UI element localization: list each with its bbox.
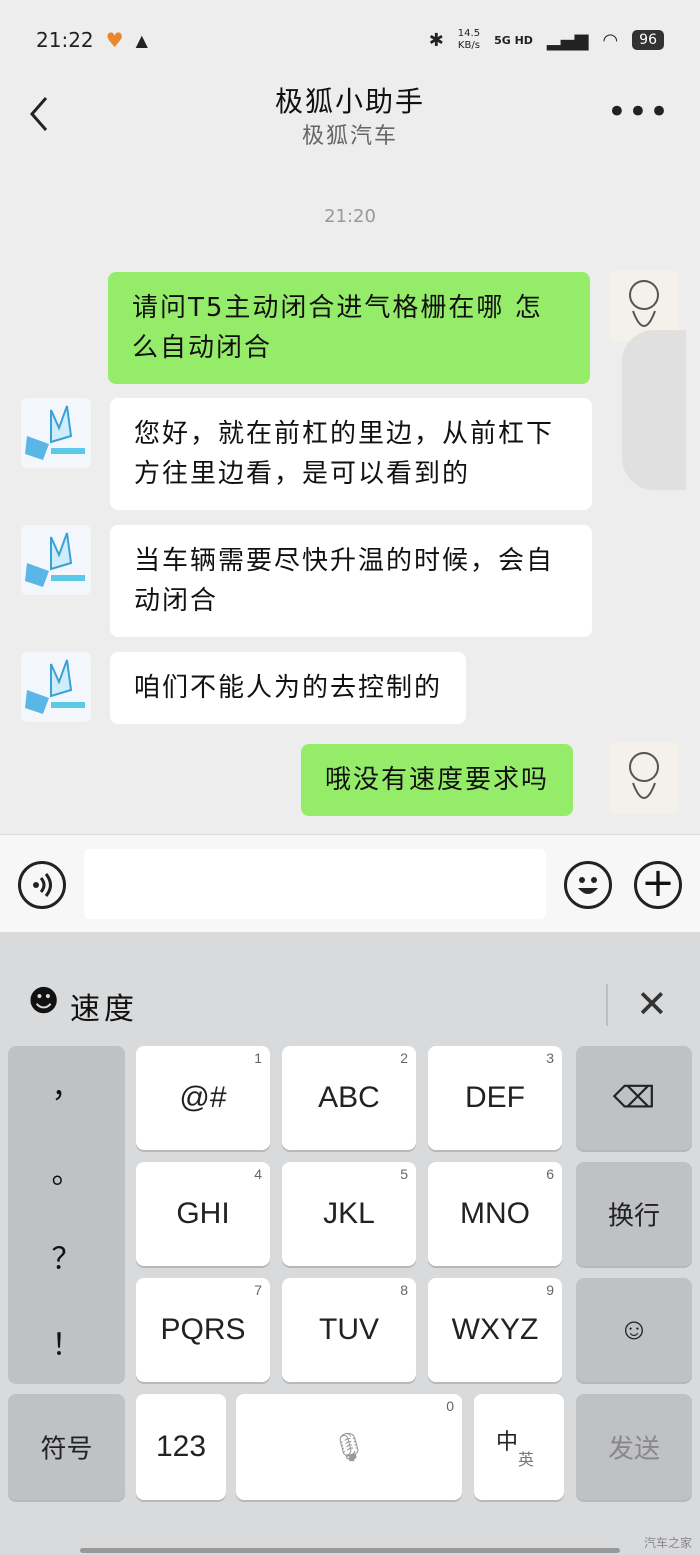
status-bar: 21:22 ♥ ▲ ✱ 14.5 KB/s 5G HD ▂▄▆ ◠ 96 [0,0,700,80]
message-timestamp: 21:20 [324,206,376,227]
key-label: GHI [176,1197,230,1230]
key-number: 1 [254,1050,262,1066]
person-icon: ▲ [135,30,148,50]
key-label: ABC [318,1081,380,1114]
key-label: DEF [465,1081,525,1114]
space-key[interactable]: 0 🎙 [236,1394,462,1500]
input-bar: + [0,834,700,932]
lang-main: 中 [496,1430,519,1455]
key-label: @# [179,1081,227,1114]
backspace-key[interactable]: ⌫ [576,1046,692,1150]
punct-key[interactable]: ？ [8,1218,125,1302]
key-label: 123 [155,1430,207,1463]
clock: 21:22 [36,28,94,52]
net-speed: 14.5 KB/s [458,28,480,52]
backspace-icon: ⌫ [612,1081,656,1115]
key-9[interactable]: 9 WXYZ [428,1278,562,1382]
face-icon: ☻ [28,984,60,1019]
avatar[interactable] [21,398,91,468]
key-number: 8 [400,1282,408,1298]
avatar[interactable] [21,525,91,595]
message-input[interactable] [84,849,546,919]
floating-widget[interactable] [622,330,686,490]
key-number: 4 [254,1166,262,1182]
fox-avatar-icon [25,532,85,587]
numbers-key[interactable]: 123 [136,1394,226,1500]
punctuation-column: ， 。 ？ ！ [8,1046,125,1384]
key-number: 2 [400,1050,408,1066]
key-5[interactable]: 5 JKL [282,1162,416,1266]
key-number: 9 [546,1282,554,1298]
key-label: JKL [323,1197,375,1230]
key-label: MNO [460,1197,530,1230]
more-icon: ••• [606,92,670,132]
fox-avatar-icon [25,405,85,460]
key-label: 符号 [40,1434,93,1465]
voice-button[interactable] [18,861,66,909]
close-icon[interactable]: ✕ [636,982,668,1026]
message-bubble[interactable]: 请问T5主动闭合进气格栅在哪 怎么自动闭合 [108,272,590,384]
chat-subtitle: 极狐汽车 [301,124,398,149]
punct-key[interactable]: ！ [8,1304,125,1388]
message-bubble[interactable]: 咱们不能人为的去控制的 [110,652,467,724]
voice-icon [33,873,52,897]
message-bubble[interactable]: 哦没有速度要求吗 [301,744,574,816]
user-avatar-icon [629,752,659,799]
punct-key[interactable]: 。 [8,1132,125,1216]
key-label: 发送 [607,1434,660,1465]
network-label: 5G HD [494,33,533,47]
newline-key[interactable]: 换行 [576,1162,692,1266]
fox-avatar-icon [25,659,85,714]
signal-icon: ▂▄▆ [546,29,589,51]
message-bubble[interactable]: 您好，就在前杠的里边，从前杠下方往里边看，是可以看到的 [110,398,592,510]
key-label: WXYZ [451,1313,539,1346]
punct-key[interactable]: ， [8,1046,125,1130]
symbols-key[interactable]: 符号 [8,1394,125,1500]
navigation-handle[interactable] [80,1548,620,1553]
watermark: 汽车之家 [643,1536,692,1550]
lang-sub: 英 [518,1450,535,1469]
key-7[interactable]: 7 PQRS [136,1278,270,1382]
key-label: 换行 [607,1201,660,1232]
avatar[interactable] [609,743,679,813]
key-label: PQRS [160,1313,246,1346]
key-8[interactable]: 8 TUV [282,1278,416,1382]
divider [606,984,608,1026]
heart-icon: ♥ [105,28,124,52]
send-key[interactable]: 发送 [576,1394,692,1500]
key-1[interactable]: 1 @# [136,1046,270,1150]
bluetooth-icon: ✱ [428,29,444,51]
key-3[interactable]: 3 DEF [428,1046,562,1150]
key-4[interactable]: 4 GHI [136,1162,270,1266]
key-number: 0 [446,1398,454,1414]
net-speed-unit: KB/s [457,40,480,51]
plus-icon: + [641,860,675,906]
battery-indicator: 96 [632,30,664,50]
key-6[interactable]: 6 MNO [428,1162,562,1266]
wifi-icon: ◠ [602,29,619,51]
suggestion-word[interactable]: 速度 [70,984,138,1028]
key-number: 3 [546,1050,554,1066]
emoji-key[interactable]: ☺ [576,1278,692,1382]
keyboard: ☻ 速度 ✕ ， 。 ？ ！ 1 @# 2 ABC 3 DEF ⌫ 4 GHI … [0,932,700,1555]
chat-title: 极狐小助手 [274,85,425,118]
chat-header: 极狐小助手 极狐汽车 ••• [0,80,700,160]
key-2[interactable]: 2 ABC [282,1046,416,1150]
key-number: 7 [254,1282,262,1298]
avatar[interactable] [21,652,91,722]
key-label: TUV [319,1313,379,1346]
plus-button[interactable]: + [634,861,682,909]
message-bubble[interactable]: 当车辆需要尽快升温的时候，会自动闭合 [110,525,592,637]
emoji-button[interactable] [564,861,612,909]
more-button[interactable]: ••• [607,92,670,132]
emoji-key-icon: ☺ [618,1313,650,1346]
microphone-icon: 🎙 [331,1431,367,1463]
emoji-icon [578,877,598,894]
key-number: 6 [546,1166,554,1182]
suggestion-bar: ☻ 速度 ✕ [0,932,700,1042]
net-speed-value: 14.5 [457,28,481,39]
key-number: 5 [400,1166,408,1182]
language-key[interactable]: 中 英 [474,1394,564,1500]
